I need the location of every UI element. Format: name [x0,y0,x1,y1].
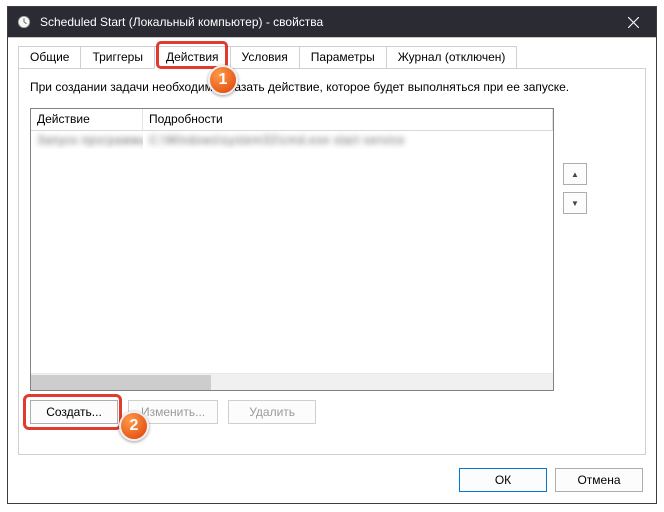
horizontal-scrollbar[interactable] [31,373,553,390]
delete-button[interactable]: Удалить [228,400,316,424]
create-button[interactable]: Создать... [30,400,118,424]
move-up-button[interactable]: ▲ [563,163,587,185]
cancel-button[interactable]: Отмена [555,468,643,492]
scrollbar-thumb[interactable] [31,375,211,390]
cell-action: Запуск программы [31,131,143,149]
tab-strip: Общие Триггеры Действия Условия Параметр… [18,46,646,69]
action-button-row: Создать... Изменить... Удалить [30,400,316,424]
tab-triggers[interactable]: Триггеры [80,46,155,68]
actions-list[interactable]: Действие Подробности Запуск программы C:… [30,108,554,391]
actions-list-container: Действие Подробности Запуск программы C:… [30,108,554,391]
close-button[interactable] [611,7,656,37]
tab-conditions[interactable]: Условия [230,46,300,68]
tab-general[interactable]: Общие [18,46,81,68]
column-details[interactable]: Подробности [143,109,553,131]
client-area: Общие Триггеры Действия Условия Параметр… [8,37,656,503]
chevron-up-icon: ▲ [571,170,579,179]
move-down-button[interactable]: ▼ [563,192,587,214]
window-title: Scheduled Start (Локальный компьютер) - … [40,15,323,29]
close-icon [628,17,639,28]
dialog-footer: ОК Отмена [459,468,643,492]
ok-button[interactable]: ОК [459,468,547,492]
tab-actions[interactable]: Действия [154,46,231,69]
list-item[interactable]: Запуск программы C:\Windows\system32\cmd… [31,131,553,149]
edit-button[interactable]: Изменить... [128,400,218,424]
tab-history[interactable]: Журнал (отключен) [386,46,518,68]
cell-details: C:\Windows\system32\cmd.exe start servic… [143,131,553,149]
column-action[interactable]: Действие [31,109,143,131]
properties-dialog: Scheduled Start (Локальный компьютер) - … [7,6,657,504]
tab-settings[interactable]: Параметры [299,46,387,68]
task-scheduler-icon [16,14,32,30]
list-header: Действие Подробности [31,109,553,131]
titlebar: Scheduled Start (Локальный компьютер) - … [8,7,656,37]
chevron-down-icon: ▼ [571,199,579,208]
instruction-text: При создании задачи необходимо указать д… [30,80,569,94]
